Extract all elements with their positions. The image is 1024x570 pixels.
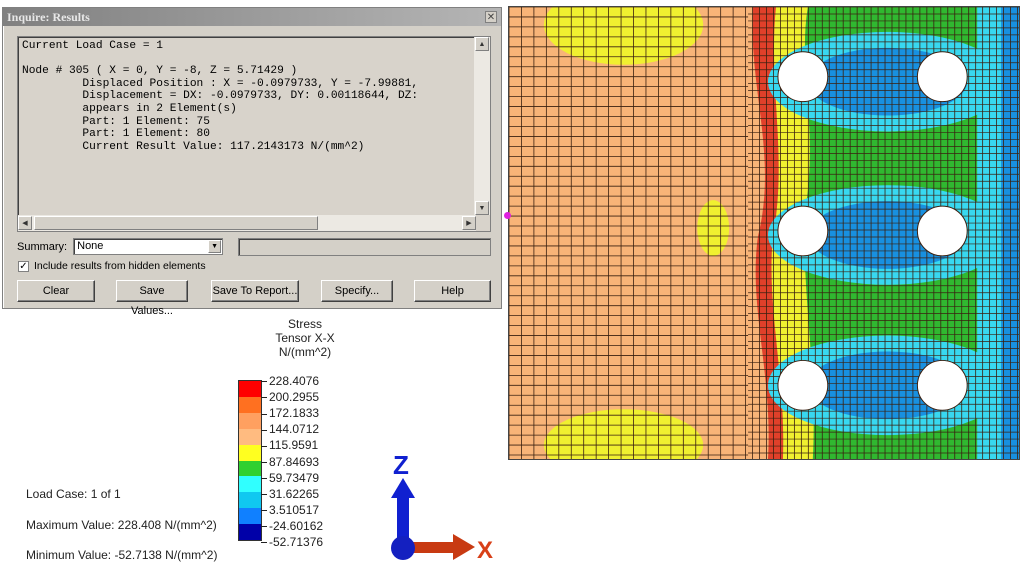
include-hidden-label: Include results from hidden elements: [34, 260, 206, 272]
min-value-text: Minimum Value: -52.7138 N/(mm^2): [26, 548, 218, 562]
bolt-hole: [916, 205, 968, 257]
legend-title-line2: Tensor X-X: [275, 331, 335, 345]
legend-tick-label: 115.9591: [261, 437, 318, 453]
vertical-scrollbar[interactable]: ▲ ▼: [474, 37, 490, 215]
horizontal-scroll-thumb[interactable]: [34, 216, 318, 230]
legend-title-line1: Stress: [287, 317, 322, 331]
colorbar-band-4: [239, 444, 261, 461]
scroll-left-icon[interactable]: ◀: [18, 216, 32, 230]
close-icon[interactable]: ✕: [485, 11, 497, 23]
contour-region-yellow: [697, 200, 730, 256]
horizontal-scrollbar[interactable]: ◀ ▶: [18, 215, 476, 231]
save-values-button[interactable]: Save Values...: [116, 280, 188, 317]
colorbar-band-0: [239, 381, 261, 397]
include-hidden-row[interactable]: ✓ Include results from hidden elements: [18, 260, 206, 272]
chevron-down-icon[interactable]: ▼: [208, 240, 222, 253]
scroll-down-icon[interactable]: ▼: [475, 201, 489, 215]
results-output-text[interactable]: Current Load Case = 1 Node # 305 ( X = 0…: [17, 36, 491, 232]
colorbar-band-6: [239, 476, 261, 493]
summary-row: Summary: None ▼: [17, 238, 224, 255]
colorbar-band-8: [239, 508, 261, 525]
bolt-hole: [916, 51, 968, 103]
colorbar-band-5: [239, 460, 261, 477]
z-axis-label: Z: [393, 450, 409, 480]
selected-node-marker: [504, 212, 511, 219]
legend-tick-label: 3.510517: [261, 502, 319, 518]
legend-tick-label: 87.84693: [261, 454, 319, 470]
summary-select[interactable]: None ▼: [73, 238, 224, 255]
specify-button[interactable]: Specify...: [321, 280, 393, 302]
scroll-right-icon[interactable]: ▶: [462, 216, 476, 230]
legend-tick-label: 200.2955: [261, 389, 319, 405]
summary-label: Summary:: [17, 240, 68, 253]
legend-tick-label: 172.1833: [261, 405, 319, 421]
summary-output-field[interactable]: [238, 238, 491, 256]
bolt-hole: [777, 359, 829, 411]
colorbar-band-9: [239, 524, 261, 541]
legend-tick-label: 144.0712: [261, 421, 319, 437]
fe-model-viewport[interactable]: [508, 6, 1020, 460]
legend-tick-label: 59.73479: [261, 470, 319, 486]
legend-tick-label: 228.4076: [261, 373, 319, 389]
include-hidden-checkbox[interactable]: ✓: [18, 260, 29, 272]
origin-sphere: [391, 536, 415, 560]
legend-tick-label: 31.62265: [261, 486, 319, 502]
save-to-report-button[interactable]: Save To Report...: [211, 280, 299, 302]
inquire-results-dialog: Inquire: Results ✕ Current Load Case = 1…: [2, 7, 502, 317]
axis-triad: Z X: [391, 450, 493, 564]
summary-select-value: None: [77, 240, 104, 252]
x-axis-label: X: [477, 537, 493, 564]
results-output-content: Current Load Case = 1 Node # 305 ( X = 0…: [22, 40, 419, 153]
bolt-hole: [777, 205, 829, 257]
clear-button[interactable]: Clear: [17, 280, 95, 302]
legend-tick-label: -52.71376: [261, 534, 323, 550]
bolt-hole: [916, 359, 968, 411]
scroll-up-icon[interactable]: ▲: [475, 37, 489, 51]
colorbar-band-1: [239, 396, 261, 413]
colorbar-band-3: [239, 428, 261, 445]
legend-title: Stress Tensor X-X N/(mm^2): [262, 317, 348, 359]
max-value-text: Maximum Value: 228.408 N/(mm^2): [26, 518, 217, 532]
help-button[interactable]: Help: [414, 280, 491, 302]
legend-title-line3: N/(mm^2): [278, 345, 332, 359]
dialog-titlebar[interactable]: Inquire: Results ✕: [3, 8, 501, 26]
x-axis-arrow: [405, 534, 475, 560]
legend-tick-label: -24.60162: [261, 518, 323, 534]
bolt-hole: [777, 51, 829, 103]
legend-colorbar: [238, 380, 262, 541]
load-case-text: Load Case: 1 of 1: [26, 487, 121, 501]
colorbar-band-2: [239, 412, 261, 429]
colorbar-band-7: [239, 492, 261, 509]
dialog-title: Inquire: Results: [7, 9, 90, 24]
